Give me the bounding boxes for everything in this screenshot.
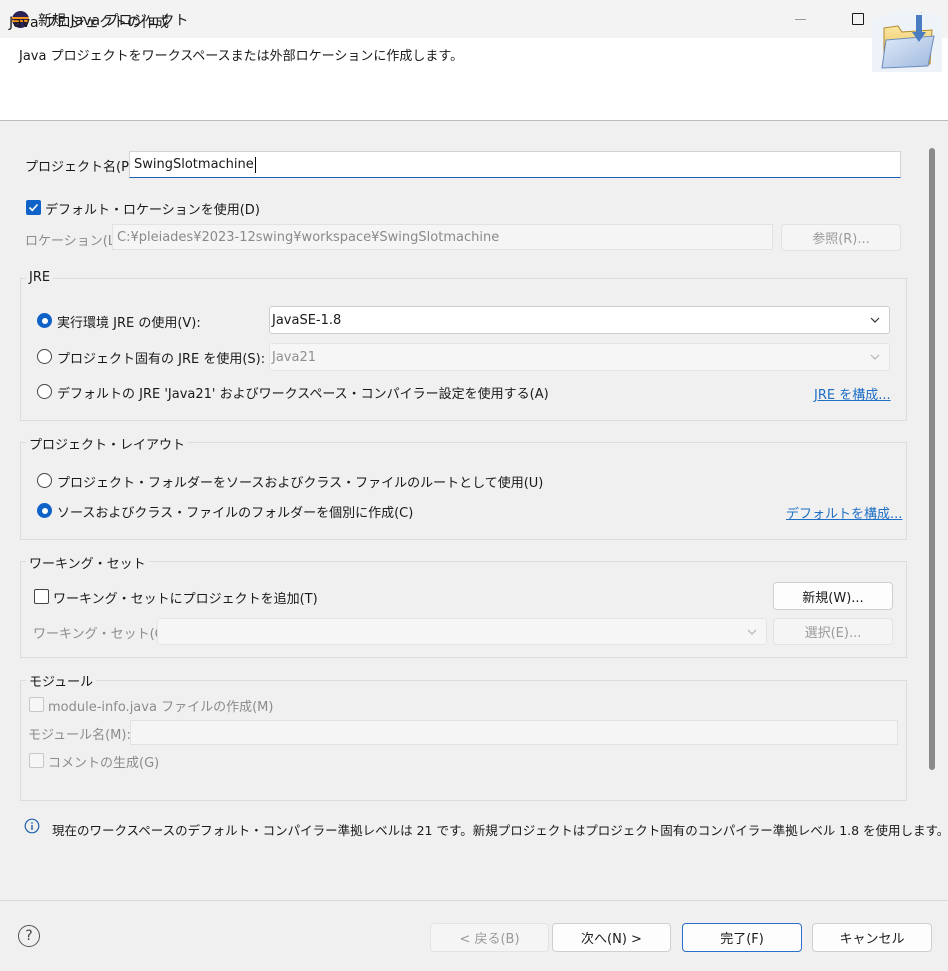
location-value: C:¥pleiades¥2023-12swing¥workspace¥Swing… [117, 229, 500, 245]
working-sets-label: ワーキング・セット(O): [33, 627, 175, 642]
page-description: Java プロジェクトをワークスペースまたは外部ロケーションに作成します。 [19, 49, 464, 64]
module-name-input[interactable] [130, 720, 898, 745]
minimize-icon [794, 18, 806, 20]
project-layout-group-title: プロジェクト・レイアウト [26, 434, 189, 453]
configure-default-link[interactable]: デフォルトを構成... [786, 503, 902, 522]
help-icon[interactable]: ? [18, 925, 40, 947]
working-sets-group-title: ワーキング・セット [26, 553, 149, 572]
vertical-scrollbar[interactable] [929, 148, 935, 770]
jre-execution-env-label: 実行環境 JRE の使用(V): [57, 316, 201, 331]
project-name-label: プロジェクト名(P): [25, 160, 139, 175]
execution-env-value: JavaSE-1.8 [272, 312, 342, 328]
text-cursor [254, 156, 256, 173]
browse-button[interactable]: 参照(R)... [781, 224, 901, 251]
page-title: Java プロジェクトの作成 [9, 15, 170, 31]
layout-separate-folders-label: ソースおよびクラス・ファイルのフォルダーを個別に作成(C) [57, 506, 414, 521]
generate-comments-label: コメントの生成(G) [48, 756, 160, 771]
jre-project-specific-radio[interactable] [37, 349, 52, 364]
use-default-location-checkbox[interactable] [26, 200, 41, 215]
project-name-value: SwingSlotmachine [134, 157, 254, 172]
add-to-working-set-checkbox[interactable] [34, 589, 49, 604]
project-jre-select[interactable]: Java21 [269, 343, 890, 371]
module-group-title: モジュール [26, 671, 97, 690]
configure-jre-link[interactable]: JRE を構成... [814, 384, 891, 403]
layout-separate-folders-radio[interactable] [37, 503, 52, 518]
jre-default-label: デフォルトの JRE 'Java21' およびワークスペース・コンパイラー設定を… [57, 387, 549, 402]
back-button[interactable]: < 戻る(B) [430, 923, 549, 952]
working-sets-select[interactable] [157, 618, 767, 645]
select-working-set-button[interactable]: 選択(E)... [773, 618, 893, 645]
jre-execution-env-radio[interactable] [37, 313, 52, 328]
footer-divider [0, 900, 948, 901]
chevron-down-icon [870, 354, 880, 360]
module-name-label: モジュール名(M): [28, 728, 131, 743]
layout-single-folder-radio[interactable] [37, 473, 52, 488]
use-default-location-label: デフォルト・ロケーションを使用(D) [45, 203, 260, 218]
next-button[interactable]: 次へ(N) > [552, 923, 671, 952]
jre-project-specific-label: プロジェクト固有の JRE を使用(S): [57, 352, 266, 367]
chevron-down-icon [747, 629, 757, 635]
minimize-button[interactable] [772, 0, 828, 38]
cancel-button[interactable]: キャンセル [812, 923, 932, 952]
add-to-working-set-label: ワーキング・セットにプロジェクトを追加(T) [53, 592, 318, 607]
layout-single-folder-label: プロジェクト・フォルダーをソースおよびクラス・ファイルのルートとして使用(U) [57, 476, 544, 491]
create-module-info-checkbox[interactable] [29, 697, 44, 712]
new-working-set-button[interactable]: 新規(W)... [773, 582, 893, 610]
project-layout-group [20, 442, 907, 540]
checkmark-icon [28, 203, 39, 212]
execution-env-select[interactable]: JavaSE-1.8 [269, 306, 890, 334]
jre-default-radio[interactable] [37, 384, 52, 399]
maximize-icon [852, 13, 864, 25]
location-label: ロケーション(L): [25, 234, 125, 249]
project-jre-value: Java21 [272, 349, 317, 365]
location-input[interactable]: C:¥pleiades¥2023-12swing¥workspace¥Swing… [112, 224, 773, 250]
chevron-down-icon [870, 317, 880, 323]
create-module-info-label: module-info.java ファイルの作成(M) [48, 700, 274, 715]
finish-button[interactable]: 完了(F) [682, 923, 802, 952]
jre-group-title: JRE [26, 270, 54, 285]
info-message: 現在のワークスペースのデフォルト・コンパイラー準拠レベルは 21 です。新規プロ… [52, 823, 948, 838]
new-folder-banner-icon [872, 10, 942, 72]
generate-comments-checkbox[interactable] [29, 753, 44, 768]
project-name-input[interactable]: SwingSlotmachine [129, 151, 901, 178]
info-icon [24, 818, 40, 834]
